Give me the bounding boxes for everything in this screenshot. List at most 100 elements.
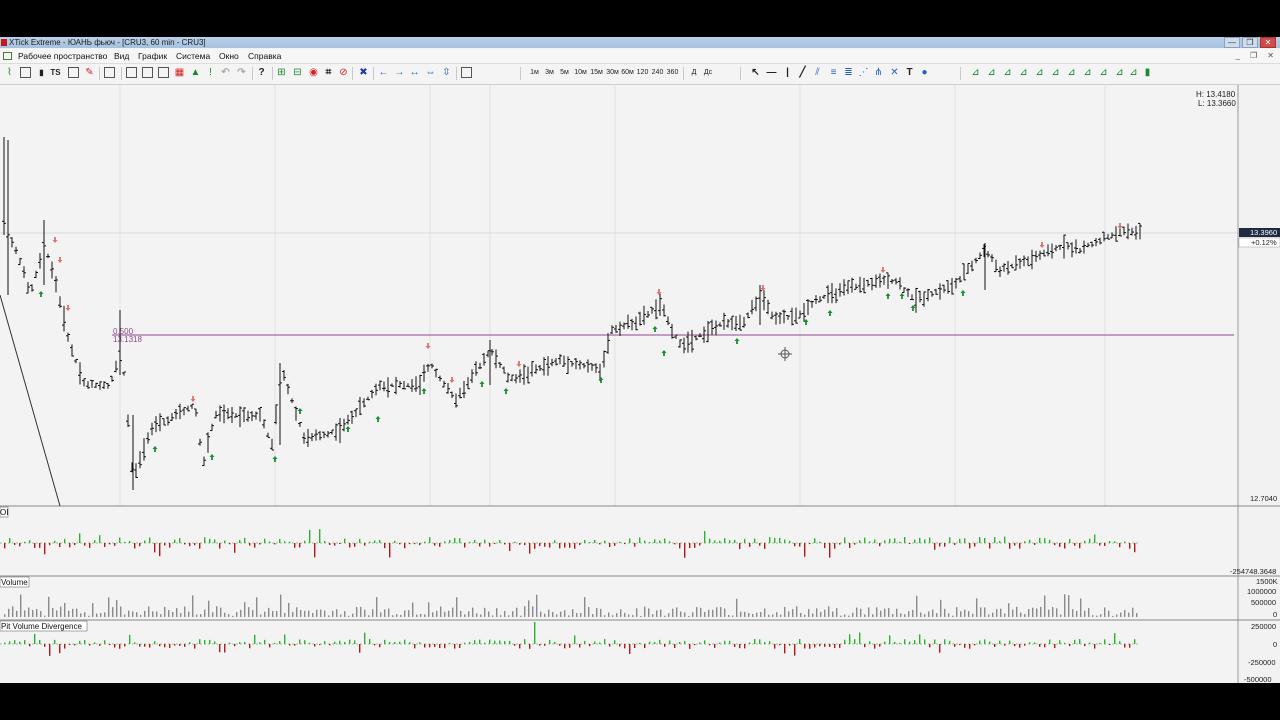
trendline-icon[interactable]: ╱ bbox=[797, 67, 808, 78]
expand-icon[interactable]: ↔ bbox=[409, 67, 420, 78]
study-12-icon[interactable]: ▮ bbox=[1142, 67, 1153, 78]
zoom-out-icon[interactable]: ⊟ bbox=[292, 67, 303, 78]
target-icon[interactable]: ◉ bbox=[308, 67, 319, 78]
pvd-bar bbox=[924, 639, 926, 644]
oi-bar bbox=[14, 543, 16, 545]
menu-view[interactable]: Вид bbox=[114, 49, 129, 63]
pvd-panel-label: Pit Volume Divergence bbox=[1, 622, 82, 631]
fan-icon[interactable]: ⋰ bbox=[858, 67, 869, 78]
scroll-left-icon[interactable]: ← bbox=[378, 67, 389, 78]
vline-icon[interactable]: | bbox=[782, 67, 793, 78]
pvd-bar bbox=[519, 644, 521, 649]
menu-window[interactable]: Окно bbox=[219, 49, 239, 63]
fib-icon[interactable]: ≡ bbox=[828, 67, 839, 78]
volume-bar bbox=[88, 615, 90, 617]
chart-line-icon[interactable]: ⌇ bbox=[4, 67, 15, 78]
study-1-icon[interactable]: ⊿ bbox=[970, 67, 981, 78]
study-3-icon[interactable]: ⊿ bbox=[1002, 67, 1013, 78]
study-8-icon[interactable]: ⊿ bbox=[1082, 67, 1093, 78]
template-icon[interactable] bbox=[461, 67, 472, 78]
oi-bar bbox=[969, 543, 971, 549]
study-9-icon[interactable]: ⊿ bbox=[1098, 67, 1109, 78]
study-10-icon[interactable]: ⊿ bbox=[1114, 67, 1125, 78]
volume-bar bbox=[668, 613, 670, 617]
oi-bar bbox=[1094, 534, 1096, 543]
bars-icon[interactable] bbox=[20, 67, 31, 78]
pitchfork-icon[interactable]: ⋔ bbox=[873, 67, 884, 78]
tf-60m[interactable]: 60м bbox=[620, 67, 635, 79]
grid-icon[interactable] bbox=[68, 67, 79, 78]
volume-bar bbox=[896, 608, 898, 617]
mdi-close-button[interactable]: ✕ bbox=[1267, 51, 1274, 60]
volume-bar bbox=[644, 606, 646, 617]
print-icon[interactable] bbox=[126, 67, 137, 78]
ts-icon[interactable]: TS bbox=[50, 67, 61, 78]
scroll-right-icon[interactable]: → bbox=[394, 67, 405, 78]
new-doc-icon[interactable] bbox=[104, 67, 115, 78]
mdi-restore-button[interactable]: ❐ bbox=[1250, 51, 1257, 60]
tf-15m[interactable]: 15м bbox=[589, 67, 604, 79]
tf-1m[interactable]: 1м bbox=[528, 67, 541, 79]
stop-icon[interactable]: ⊘ bbox=[338, 67, 349, 78]
tf-10m[interactable]: 10м bbox=[573, 67, 588, 79]
pvd-bar bbox=[94, 642, 96, 644]
crop-icon[interactable]: ⌗ bbox=[323, 67, 334, 78]
redo-icon[interactable]: ↷ bbox=[236, 67, 247, 78]
pvd-bar bbox=[509, 640, 511, 644]
study-6-icon[interactable]: ⊿ bbox=[1050, 67, 1061, 78]
tf-day[interactable]: Д bbox=[689, 67, 699, 79]
close-button[interactable]: ✕ bbox=[1260, 37, 1276, 48]
mdi-minimize-button[interactable]: _ bbox=[1236, 51, 1240, 60]
autoscale-icon[interactable]: ⇳ bbox=[441, 67, 452, 78]
menu-help[interactable]: Справка bbox=[248, 49, 281, 63]
tf-3m[interactable]: 3м bbox=[543, 67, 556, 79]
chart-area[interactable]: 0.500 13.1318 H: 13.4180 L: 13.3660 13.3… bbox=[0, 85, 1280, 683]
volume-bar bbox=[344, 611, 346, 617]
study-5-icon[interactable]: ⊿ bbox=[1034, 67, 1045, 78]
text-icon[interactable]: T bbox=[904, 67, 915, 78]
cursor-icon[interactable]: ↖ bbox=[750, 67, 761, 78]
study-7-icon[interactable]: ⊿ bbox=[1066, 67, 1077, 78]
study-4-icon[interactable]: ⊿ bbox=[1018, 67, 1029, 78]
menu-system[interactable]: Система bbox=[176, 49, 210, 63]
candles-icon[interactable]: ▮ bbox=[36, 67, 47, 78]
gann-icon[interactable]: ✕ bbox=[889, 67, 900, 78]
volume-bar bbox=[708, 609, 710, 617]
tf-day-session[interactable]: Дс bbox=[702, 67, 714, 79]
tf-30m[interactable]: 30м bbox=[605, 67, 620, 79]
oi-bar bbox=[299, 543, 301, 548]
sheet-icon[interactable] bbox=[158, 67, 169, 78]
tf-5m[interactable]: 5м bbox=[558, 67, 571, 79]
alert-icon[interactable]: ▲ bbox=[190, 67, 201, 78]
hline-icon[interactable]: — bbox=[766, 67, 777, 78]
fib-ext-icon[interactable]: ≣ bbox=[843, 67, 854, 78]
delete-icon[interactable]: ✖ bbox=[358, 67, 369, 78]
pencil-icon[interactable]: ✎ bbox=[84, 67, 95, 78]
tf-240[interactable]: 240 bbox=[651, 67, 664, 79]
tf-120[interactable]: 120 bbox=[636, 67, 649, 79]
maximize-button[interactable]: ❐ bbox=[1242, 37, 1258, 48]
oi-bar bbox=[824, 543, 826, 549]
volume-bar bbox=[24, 610, 26, 617]
oi-bar bbox=[809, 543, 811, 545]
channel-icon[interactable]: ⫽ bbox=[812, 67, 823, 78]
flag-icon[interactable]: ! bbox=[205, 67, 216, 78]
pvd-bar bbox=[209, 639, 211, 644]
calc-icon[interactable]: ▦ bbox=[174, 67, 185, 78]
study-11-icon[interactable]: ⊿ bbox=[1128, 67, 1139, 78]
volume-bar bbox=[808, 609, 810, 617]
minimize-button[interactable]: — bbox=[1224, 37, 1240, 48]
tf-360[interactable]: 360 bbox=[666, 67, 679, 79]
undo-icon[interactable]: ↶ bbox=[220, 67, 231, 78]
compress-icon[interactable]: ⇔ bbox=[425, 67, 436, 78]
shapes-icon[interactable]: ● bbox=[919, 67, 930, 78]
volume-bar bbox=[20, 594, 22, 617]
pvd-bar bbox=[919, 634, 921, 644]
help-icon[interactable]: ? bbox=[256, 67, 267, 78]
menu-chart[interactable]: График bbox=[138, 49, 167, 63]
title-bar[interactable]: XTick Extreme - ЮАНЬ фьюч - [CRU3, 60 mi… bbox=[0, 37, 1280, 48]
menu-workspace[interactable]: Рабочее пространство bbox=[18, 49, 107, 63]
table-icon[interactable] bbox=[142, 67, 153, 78]
zoom-in-icon[interactable]: ⊞ bbox=[276, 67, 287, 78]
study-2-icon[interactable]: ⊿ bbox=[986, 67, 997, 78]
